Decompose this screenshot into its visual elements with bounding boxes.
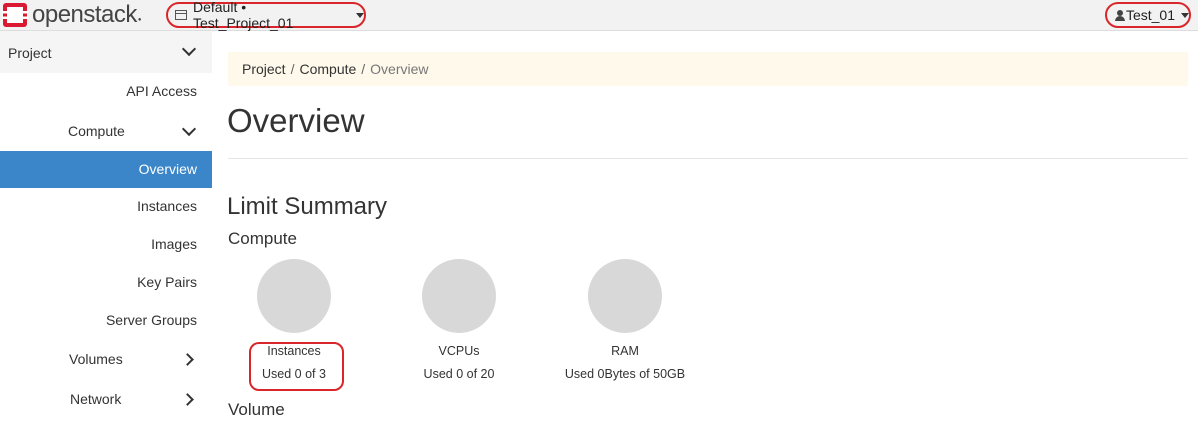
divider	[228, 158, 1188, 159]
caret-down-icon	[356, 12, 364, 18]
ram-usage-text: Used 0Bytes of 50GB	[564, 367, 686, 381]
sidebar-section-label: Project	[8, 45, 52, 61]
limit-summary-heading: Limit Summary	[227, 193, 388, 220]
page-title: Overview	[227, 102, 365, 139]
window-icon	[175, 10, 187, 20]
breadcrumb-compute[interactable]: Compute	[299, 61, 356, 77]
instances-highlight-box	[249, 342, 344, 391]
sidebar-item-label: API Access	[126, 83, 197, 99]
compute-heading: Compute	[228, 229, 297, 248]
top-navbar: openstack ● Default • Test_Project_01 Te…	[0, 0, 1198, 31]
instances-pie-chart	[257, 259, 331, 333]
sidebar-item-label: Overview	[138, 161, 197, 177]
project-switcher-label: Default • Test_Project_01	[192, 0, 294, 31]
sidebar-item-label: Key Pairs	[137, 274, 197, 290]
sidebar-item-instances[interactable]: Instances	[0, 188, 212, 225]
sidebar-item-label: Images	[151, 236, 197, 252]
ram-chart-label: RAM	[611, 344, 639, 358]
sidebar-item-api-access[interactable]: API Access	[0, 73, 212, 110]
breadcrumb-project[interactable]: Project	[242, 61, 286, 77]
user-menu-dropdown[interactable]: Test_01	[1105, 2, 1191, 28]
project-switcher-dropdown[interactable]: Default • Test_Project_01	[166, 0, 366, 31]
chevron-right-icon	[181, 393, 194, 406]
volume-heading: Volume	[228, 400, 285, 419]
sidebar-item-server-groups[interactable]: Server Groups	[0, 302, 212, 339]
chevron-right-icon	[181, 353, 194, 366]
breadcrumb-current: Overview	[370, 61, 429, 77]
sidebar-item-images[interactable]: Images	[0, 226, 212, 263]
sidebar-group-label: Network	[70, 391, 122, 407]
chevron-down-icon	[181, 41, 197, 57]
sidebar-item-key-pairs[interactable]: Key Pairs	[0, 264, 212, 301]
sidebar: Project API Access Compute Overview Inst…	[0, 31, 212, 428]
sidebar-section-project[interactable]: Project	[0, 31, 212, 73]
vcpus-pie-chart	[422, 259, 496, 333]
sidebar-item-label: Server Groups	[105, 312, 197, 328]
sidebar-item-label: Instances	[137, 198, 197, 214]
sidebar-group-volumes[interactable]: Volumes	[0, 340, 212, 377]
sidebar-group-compute[interactable]: Compute	[0, 112, 212, 149]
caret-down-icon	[1181, 12, 1189, 18]
brand-dot: ●	[137, 17, 142, 23]
ram-pie-chart	[588, 259, 662, 333]
user-icon	[1115, 9, 1125, 21]
ram-limit-chart: RAM Used 0Bytes of 50GB	[544, 259, 706, 381]
breadcrumb: Project / Compute / Overview	[228, 52, 1188, 86]
sidebar-item-overview[interactable]: Overview	[0, 151, 212, 188]
chevron-down-icon	[181, 121, 197, 137]
sidebar-group-label: Compute	[68, 123, 125, 139]
vcpus-limit-chart: VCPUs Used 0 of 20	[379, 259, 539, 381]
openstack-logo[interactable]: openstack ●	[2, 2, 142, 28]
sidebar-group-label: Volumes	[69, 351, 123, 367]
brand-name: openstack	[32, 1, 137, 28]
vcpus-usage-text: Used 0 of 20	[423, 367, 495, 381]
sidebar-group-network[interactable]: Network	[0, 380, 212, 417]
breadcrumb-separator: /	[361, 61, 366, 77]
user-menu-label: Test_01	[1125, 7, 1175, 23]
vcpus-chart-label: VCPUs	[438, 344, 480, 358]
breadcrumb-separator: /	[290, 61, 295, 77]
openstack-logo-icon	[2, 3, 28, 27]
